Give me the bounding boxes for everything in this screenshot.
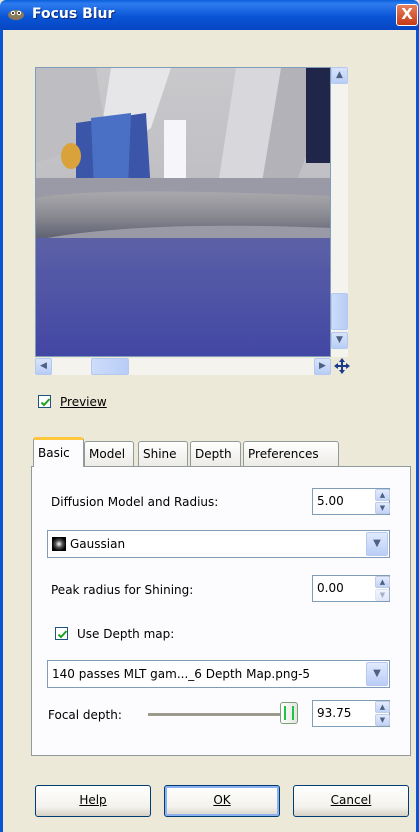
window-border-left — [0, 30, 3, 832]
ok-button-label: OK — [213, 793, 231, 807]
peak-decrement-button[interactable]: ▼ — [375, 589, 390, 601]
use-depth-map-checkbox[interactable] — [55, 627, 68, 640]
peak-increment-button[interactable]: ▲ — [375, 576, 390, 588]
peak-radius-value[interactable]: 0.00 — [317, 581, 344, 595]
tab-shine-label: Shine — [143, 447, 177, 461]
checkmark-icon — [40, 398, 51, 407]
focal-depth-label: Focal depth: — [48, 708, 122, 722]
chevron-left-icon: ◀ — [40, 361, 47, 371]
help-button[interactable]: Help — [35, 785, 151, 817]
tab-basic-label: Basic — [38, 446, 70, 460]
tab-depth-label: Depth — [195, 447, 232, 461]
scroll-left-button[interactable]: ◀ — [35, 358, 52, 375]
preview-checkbox[interactable] — [38, 395, 51, 408]
diffusion-model-select[interactable]: Gaussian ▼ — [47, 530, 390, 558]
navigate-move-icon[interactable] — [334, 358, 350, 374]
preview-vertical-scrollbar[interactable]: ▲ ▼ — [331, 67, 348, 357]
tab-shine[interactable]: Shine — [138, 441, 188, 466]
preview-horizontal-scrollbar[interactable]: ◀ ▶ — [35, 358, 331, 375]
depth-map-value: 140 passes MLT gam..._6 Depth Map.png-5 — [52, 667, 311, 681]
vertical-scroll-thumb[interactable] — [331, 293, 348, 330]
scroll-up-button[interactable]: ▲ — [331, 67, 348, 84]
tab-model-label: Model — [89, 447, 126, 461]
diffusion-radius-value[interactable]: 5.00 — [317, 494, 344, 508]
close-icon: X — [401, 5, 413, 23]
gimp-icon — [8, 10, 24, 20]
focal-decrement-button[interactable]: ▼ — [375, 714, 390, 726]
diffusion-decrement-button[interactable]: ▼ — [375, 502, 390, 514]
tab-preferences[interactable]: Preferences — [243, 441, 339, 466]
focal-depth-slider-track[interactable] — [148, 713, 298, 717]
preview-label[interactable]: Preview — [60, 395, 107, 409]
tab-basic[interactable]: Basic — [33, 437, 84, 467]
cancel-button-label: Cancel — [330, 793, 372, 807]
peak-radius-label: Peak radius for Shining: — [51, 583, 194, 597]
window-title: Focus Blur — [32, 6, 115, 22]
focal-depth-value[interactable]: 93.75 — [317, 706, 351, 720]
horizontal-scroll-thumb[interactable] — [91, 358, 129, 375]
chevron-down-icon: ▼ — [373, 538, 381, 549]
diffusion-increment-button[interactable]: ▲ — [375, 489, 390, 501]
use-depth-map-label[interactable]: Use Depth map: — [77, 627, 174, 641]
scroll-right-button[interactable]: ▶ — [314, 358, 331, 375]
checkmark-icon — [57, 630, 68, 639]
focal-depth-spinner[interactable]: 93.75 ▲ ▼ — [312, 700, 390, 727]
focal-increment-button[interactable]: ▲ — [375, 701, 390, 713]
help-button-label: Help — [79, 793, 107, 807]
chevron-up-icon: ▲ — [379, 491, 386, 499]
tab-model[interactable]: Model — [84, 441, 134, 466]
chevron-down-icon: ▼ — [336, 335, 343, 345]
chevron-right-icon: ▶ — [319, 361, 326, 371]
peak-radius-spinner[interactable]: 0.00 ▲ ▼ — [312, 575, 390, 602]
cancel-button[interactable]: Cancel — [293, 785, 409, 817]
preview-image[interactable] — [35, 67, 331, 357]
title-bar[interactable]: Focus Blur X — [0, 0, 419, 30]
tab-preferences-label: Preferences — [248, 447, 319, 461]
depth-map-select[interactable]: 140 passes MLT gam..._6 Depth Map.png-5 … — [47, 660, 390, 688]
gaussian-model-icon — [52, 537, 66, 551]
model-dropdown-button[interactable]: ▼ — [366, 532, 388, 556]
depth-map-dropdown-button[interactable]: ▼ — [366, 662, 388, 686]
chevron-up-icon: ▲ — [336, 70, 343, 80]
chevron-down-icon: ▼ — [379, 716, 386, 724]
scroll-down-button[interactable]: ▼ — [331, 332, 348, 349]
chevron-up-icon: ▲ — [379, 578, 386, 586]
close-button[interactable]: X — [396, 4, 418, 26]
diffusion-radius-spinner[interactable]: 5.00 ▲ ▼ — [312, 488, 390, 515]
chevron-up-icon: ▲ — [379, 703, 386, 711]
diffusion-label: Diffusion Model and Radius: — [51, 495, 219, 509]
chevron-down-icon: ▼ — [379, 504, 386, 512]
chevron-down-icon: ▼ — [379, 591, 386, 599]
chevron-down-icon: ▼ — [373, 668, 381, 679]
focal-depth-slider-thumb[interactable] — [279, 702, 298, 724]
ok-button[interactable]: OK — [164, 785, 280, 817]
diffusion-model-value: Gaussian — [70, 537, 126, 551]
preview-photo — [36, 68, 330, 356]
tab-depth[interactable]: Depth — [190, 441, 241, 466]
